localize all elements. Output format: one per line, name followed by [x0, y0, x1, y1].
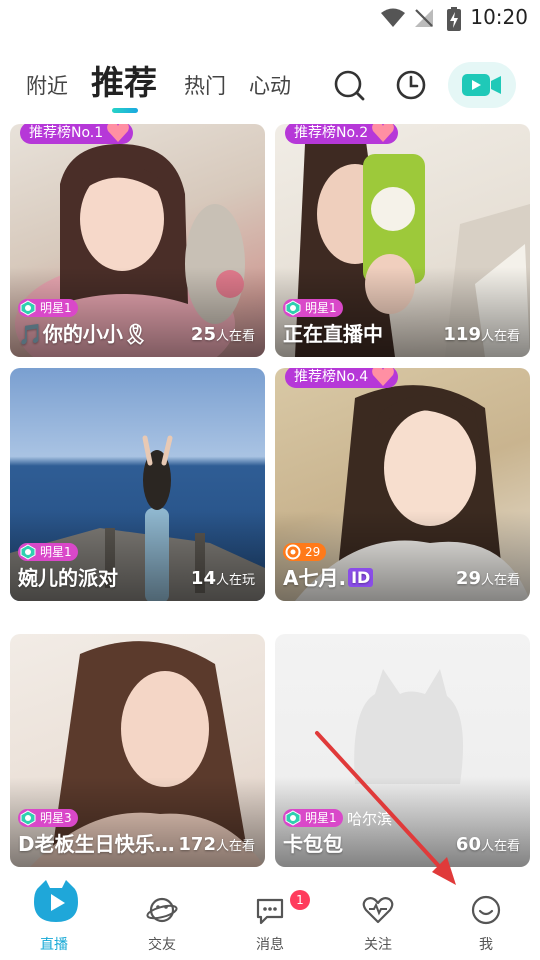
rank-badge: 推荐榜No.4 — [285, 368, 399, 388]
nav-live[interactable]: 直播 — [0, 880, 108, 960]
star-level-icon — [20, 544, 36, 560]
heart-flame-icon — [372, 368, 395, 386]
live-room-card[interactable]: 推荐榜No.4 29 A七月. ID 29人在看 — [275, 368, 530, 601]
room-location: 哈尔滨 — [347, 810, 393, 828]
level-badge: 29 — [283, 543, 327, 561]
heart-flame-icon — [372, 124, 395, 142]
live-room-card[interactable]: 推荐榜No.2 明星1 正在直播中 119人在看 — [275, 124, 530, 357]
room-title: D老板生日快乐… — [18, 832, 175, 856]
room-title: 婉儿的派对 — [18, 566, 118, 590]
level-label: 明星1 — [40, 301, 72, 315]
star-level-icon — [20, 300, 36, 316]
unread-badge: 1 — [290, 890, 310, 910]
tab-nearby[interactable]: 附近 — [26, 70, 68, 100]
viewer-count: 119人在看 — [443, 324, 520, 345]
level-badge: 明星1 — [18, 543, 78, 561]
rank-badge: 推荐榜No.1 — [20, 124, 134, 144]
level-badge: 明星1 — [283, 299, 343, 317]
history-clock-icon[interactable] — [394, 68, 428, 102]
nav-label: 交友 — [148, 937, 176, 953]
chat-bubble-icon — [256, 898, 284, 925]
star-level-icon — [285, 810, 301, 826]
level-label: 明星1 — [40, 545, 72, 559]
status-bar: 10:20 — [0, 0, 540, 36]
rank-label: 推荐榜No.1 — [29, 125, 104, 141]
rank-badge: 推荐榜No.2 — [285, 124, 399, 144]
heart-pulse-icon — [362, 897, 394, 924]
active-tab-indicator — [112, 108, 138, 113]
level-badge: 明星1 — [283, 809, 343, 827]
status-time: 10:20 — [470, 5, 528, 29]
top-tab-bar: 附近 推荐 热门 心动 — [0, 56, 540, 118]
nav-friends[interactable]: 交友 — [108, 888, 216, 960]
live-room-card[interactable]: 明星3 D老板生日快乐… 172人在看 — [10, 634, 265, 867]
viewer-count: 14人在玩 — [190, 568, 255, 589]
nav-label: 关注 — [364, 937, 392, 953]
level-badge: 明星3 — [18, 809, 78, 827]
star-level-icon — [285, 300, 301, 316]
nav-me[interactable]: 我 — [432, 888, 540, 960]
rank-label: 推荐榜No.2 — [294, 125, 369, 141]
battery-charging-icon — [447, 7, 461, 31]
nav-label: 直播 — [40, 937, 68, 953]
tab-recommended[interactable]: 推荐 — [91, 56, 157, 104]
viewer-count: 172人在看 — [178, 834, 255, 855]
nav-following[interactable]: 关注 — [324, 888, 432, 960]
wifi-icon — [381, 8, 405, 27]
live-room-card[interactable]: 明星1 哈尔滨 卡包包 60人在看 — [275, 634, 530, 867]
nav-label: 消息 — [256, 937, 284, 953]
star-level-icon — [20, 810, 36, 826]
heart-flame-icon — [107, 124, 130, 142]
bottom-navigation: 直播 交友 1 消息 关注 我 — [0, 880, 540, 960]
level-badge: 明星1 — [18, 299, 78, 317]
no-signal-icon — [415, 9, 433, 27]
go-live-camera-icon — [462, 74, 501, 96]
nav-label: 我 — [479, 937, 493, 953]
room-title: 卡包包 — [283, 832, 343, 856]
level-label: 明星1 — [305, 301, 337, 315]
planet-icon — [146, 897, 178, 923]
live-play-icon — [34, 880, 78, 922]
level-label: 明星1 — [305, 811, 337, 825]
room-title: 🎵你的小小🎗 — [18, 322, 149, 346]
viewer-count: 29人在看 — [455, 568, 520, 589]
viewer-count: 25人在看 — [190, 324, 255, 345]
search-icon[interactable] — [332, 68, 366, 102]
nav-messages[interactable]: 1 消息 — [216, 888, 324, 960]
go-live-button[interactable] — [448, 62, 516, 108]
rank-label: 推荐榜No.4 — [294, 369, 369, 385]
id-tag: ID — [348, 568, 374, 587]
live-room-card[interactable]: 明星1 婉儿的派对 14人在玩 — [10, 368, 265, 601]
level-label: 29 — [305, 545, 321, 559]
tab-heartbeat[interactable]: 心动 — [249, 70, 291, 100]
live-room-card[interactable]: 推荐榜No.1 明星1 🎵你的小小🎗 25人在看 — [10, 124, 265, 357]
room-title: 正在直播中 — [283, 322, 383, 346]
wealth-level-icon — [285, 544, 301, 560]
level-label: 明星3 — [40, 811, 72, 825]
viewer-count: 60人在看 — [455, 834, 520, 855]
smiley-profile-icon — [471, 895, 501, 925]
room-title: A七月. ID — [283, 562, 374, 591]
tab-hot[interactable]: 热门 — [184, 70, 226, 100]
